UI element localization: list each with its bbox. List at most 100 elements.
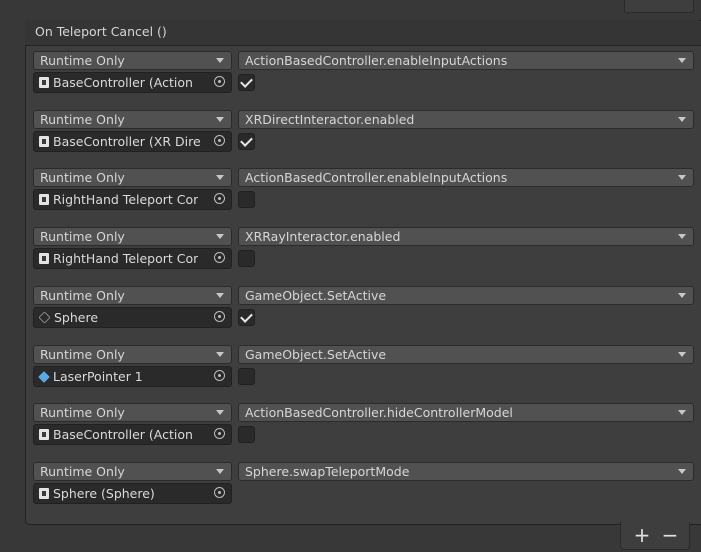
script-icon xyxy=(39,77,49,88)
target-object-label: BaseController (Action xyxy=(53,75,193,90)
function-label: ActionBasedController.enableInputActions xyxy=(245,53,508,68)
chevron-down-icon xyxy=(216,352,224,357)
function-label: XRRayInteractor.enabled xyxy=(245,229,401,244)
prefab-icon xyxy=(38,371,50,383)
script-icon xyxy=(39,253,49,264)
target-object-field[interactable]: RightHand Teleport Cor xyxy=(33,248,232,269)
target-object-label: Sphere xyxy=(54,310,99,325)
target-object-label: Sphere (Sphere) xyxy=(53,486,155,501)
remove-entry-button[interactable]: − xyxy=(657,522,683,548)
chevron-down-icon xyxy=(678,293,686,298)
function-dropdown[interactable]: GameObject.SetActive xyxy=(238,286,694,305)
chevron-down-icon xyxy=(216,410,224,415)
function-dropdown[interactable]: XRRayInteractor.enabled xyxy=(238,227,694,246)
chevron-down-icon xyxy=(216,58,224,63)
object-picker-icon[interactable] xyxy=(214,487,225,498)
event-entry: Runtime Only ActionBasedController.enable… xyxy=(0,168,701,224)
target-object-label: RightHand Teleport Cor xyxy=(53,251,199,266)
argument-checkbox[interactable] xyxy=(238,250,255,267)
object-picker-icon[interactable] xyxy=(214,252,225,263)
target-object-label: BaseController (Action xyxy=(53,427,193,442)
function-label: XRDirectInteractor.enabled xyxy=(245,112,415,127)
chevron-down-icon xyxy=(678,234,686,239)
function-dropdown[interactable]: ActionBasedController.hideControllerMode… xyxy=(238,403,694,422)
object-picker-icon[interactable] xyxy=(214,428,225,439)
target-object-field[interactable]: LaserPointer 1 xyxy=(33,366,232,387)
argument-checkbox[interactable] xyxy=(238,426,255,443)
argument-checkbox[interactable] xyxy=(238,74,255,91)
script-icon xyxy=(39,488,49,499)
object-picker-icon[interactable] xyxy=(214,135,225,146)
runtime-state-label: Runtime Only xyxy=(40,170,125,185)
runtime-state-label: Runtime Only xyxy=(40,405,125,420)
runtime-state-dropdown[interactable]: Runtime Only xyxy=(33,403,232,422)
target-object-field[interactable]: BaseController (Action xyxy=(33,424,232,445)
event-entry: Runtime Only XRDirectInteractor.enabled Ba… xyxy=(0,110,701,166)
chevron-down-icon xyxy=(678,352,686,357)
runtime-state-dropdown[interactable]: Runtime Only xyxy=(33,227,232,246)
chevron-down-icon xyxy=(678,175,686,180)
runtime-state-dropdown[interactable]: Runtime Only xyxy=(33,286,232,305)
chevron-down-icon xyxy=(678,469,686,474)
runtime-state-dropdown[interactable]: Runtime Only xyxy=(33,462,232,481)
chevron-down-icon xyxy=(216,117,224,122)
object-picker-icon[interactable] xyxy=(214,311,225,322)
runtime-state-dropdown[interactable]: Runtime Only xyxy=(33,51,232,70)
target-object-field[interactable]: BaseController (Action xyxy=(33,72,232,93)
chevron-down-icon xyxy=(678,410,686,415)
gameobject-icon xyxy=(38,311,51,324)
script-icon xyxy=(39,429,49,440)
runtime-state-dropdown[interactable]: Runtime Only xyxy=(33,345,232,364)
runtime-state-label: Runtime Only xyxy=(40,347,125,362)
event-entry: Runtime Only GameObject.SetActive LaserPoi… xyxy=(0,345,701,401)
function-label: ActionBasedController.hideControllerMode… xyxy=(245,405,513,420)
runtime-state-label: Runtime Only xyxy=(40,464,125,479)
runtime-state-label: Runtime Only xyxy=(40,53,125,68)
chevron-down-icon xyxy=(216,469,224,474)
argument-checkbox[interactable] xyxy=(238,368,255,385)
runtime-state-dropdown[interactable]: Runtime Only xyxy=(33,110,232,129)
target-object-field[interactable]: BaseController (XR Dire xyxy=(33,131,232,152)
function-label: Sphere.swapTeleportMode xyxy=(245,464,410,479)
runtime-state-label: Runtime Only xyxy=(40,229,125,244)
add-entry-button[interactable]: + xyxy=(629,522,655,548)
argument-checkbox[interactable] xyxy=(238,133,255,150)
target-object-field[interactable]: Sphere (Sphere) xyxy=(33,483,232,504)
target-object-field[interactable]: Sphere xyxy=(33,307,232,328)
chevron-down-icon xyxy=(216,175,224,180)
event-title: On Teleport Cancel () xyxy=(35,24,167,39)
chevron-down-icon xyxy=(678,117,686,122)
chevron-down-icon xyxy=(216,234,224,239)
event-entry: Runtime Only Sphere.swapTeleportMode Spher… xyxy=(0,462,701,518)
checkmark-icon xyxy=(240,134,253,147)
function-dropdown[interactable]: Sphere.swapTeleportMode xyxy=(238,462,694,481)
chevron-down-icon xyxy=(216,293,224,298)
object-picker-icon[interactable] xyxy=(214,76,225,87)
event-entry: Runtime Only ActionBasedController.enable… xyxy=(0,51,701,107)
target-object-field[interactable]: RightHand Teleport Cor xyxy=(33,189,232,210)
target-object-label: BaseController (XR Dire xyxy=(53,134,201,149)
function-dropdown[interactable]: ActionBasedController.enableInputActions xyxy=(238,168,694,187)
function-dropdown[interactable]: XRDirectInteractor.enabled xyxy=(238,110,694,129)
checkmark-icon xyxy=(240,310,253,323)
event-entry: Runtime Only GameObject.SetActive Sphere xyxy=(0,286,701,342)
checkmark-icon xyxy=(240,75,253,88)
object-picker-icon[interactable] xyxy=(214,370,225,381)
function-label: GameObject.SetActive xyxy=(245,288,387,303)
function-label: GameObject.SetActive xyxy=(245,347,387,362)
event-header: On Teleport Cancel () xyxy=(25,20,701,46)
function-label: ActionBasedController.enableInputActions xyxy=(245,170,508,185)
list-footer: + − xyxy=(620,522,690,550)
function-dropdown[interactable]: GameObject.SetActive xyxy=(238,345,694,364)
target-object-label: LaserPointer 1 xyxy=(53,369,143,384)
event-entry: Runtime Only XRRayInteractor.enabled Right… xyxy=(0,227,701,283)
chevron-down-icon xyxy=(678,58,686,63)
runtime-state-dropdown[interactable]: Runtime Only xyxy=(33,168,232,187)
target-object-label: RightHand Teleport Cor xyxy=(53,192,199,207)
argument-checkbox[interactable] xyxy=(238,191,255,208)
argument-checkbox[interactable] xyxy=(238,309,255,326)
event-entry: Runtime Only ActionBasedController.hideCo… xyxy=(0,403,701,459)
script-icon xyxy=(39,136,49,147)
function-dropdown[interactable]: ActionBasedController.enableInputActions xyxy=(238,51,694,70)
object-picker-icon[interactable] xyxy=(214,193,225,204)
